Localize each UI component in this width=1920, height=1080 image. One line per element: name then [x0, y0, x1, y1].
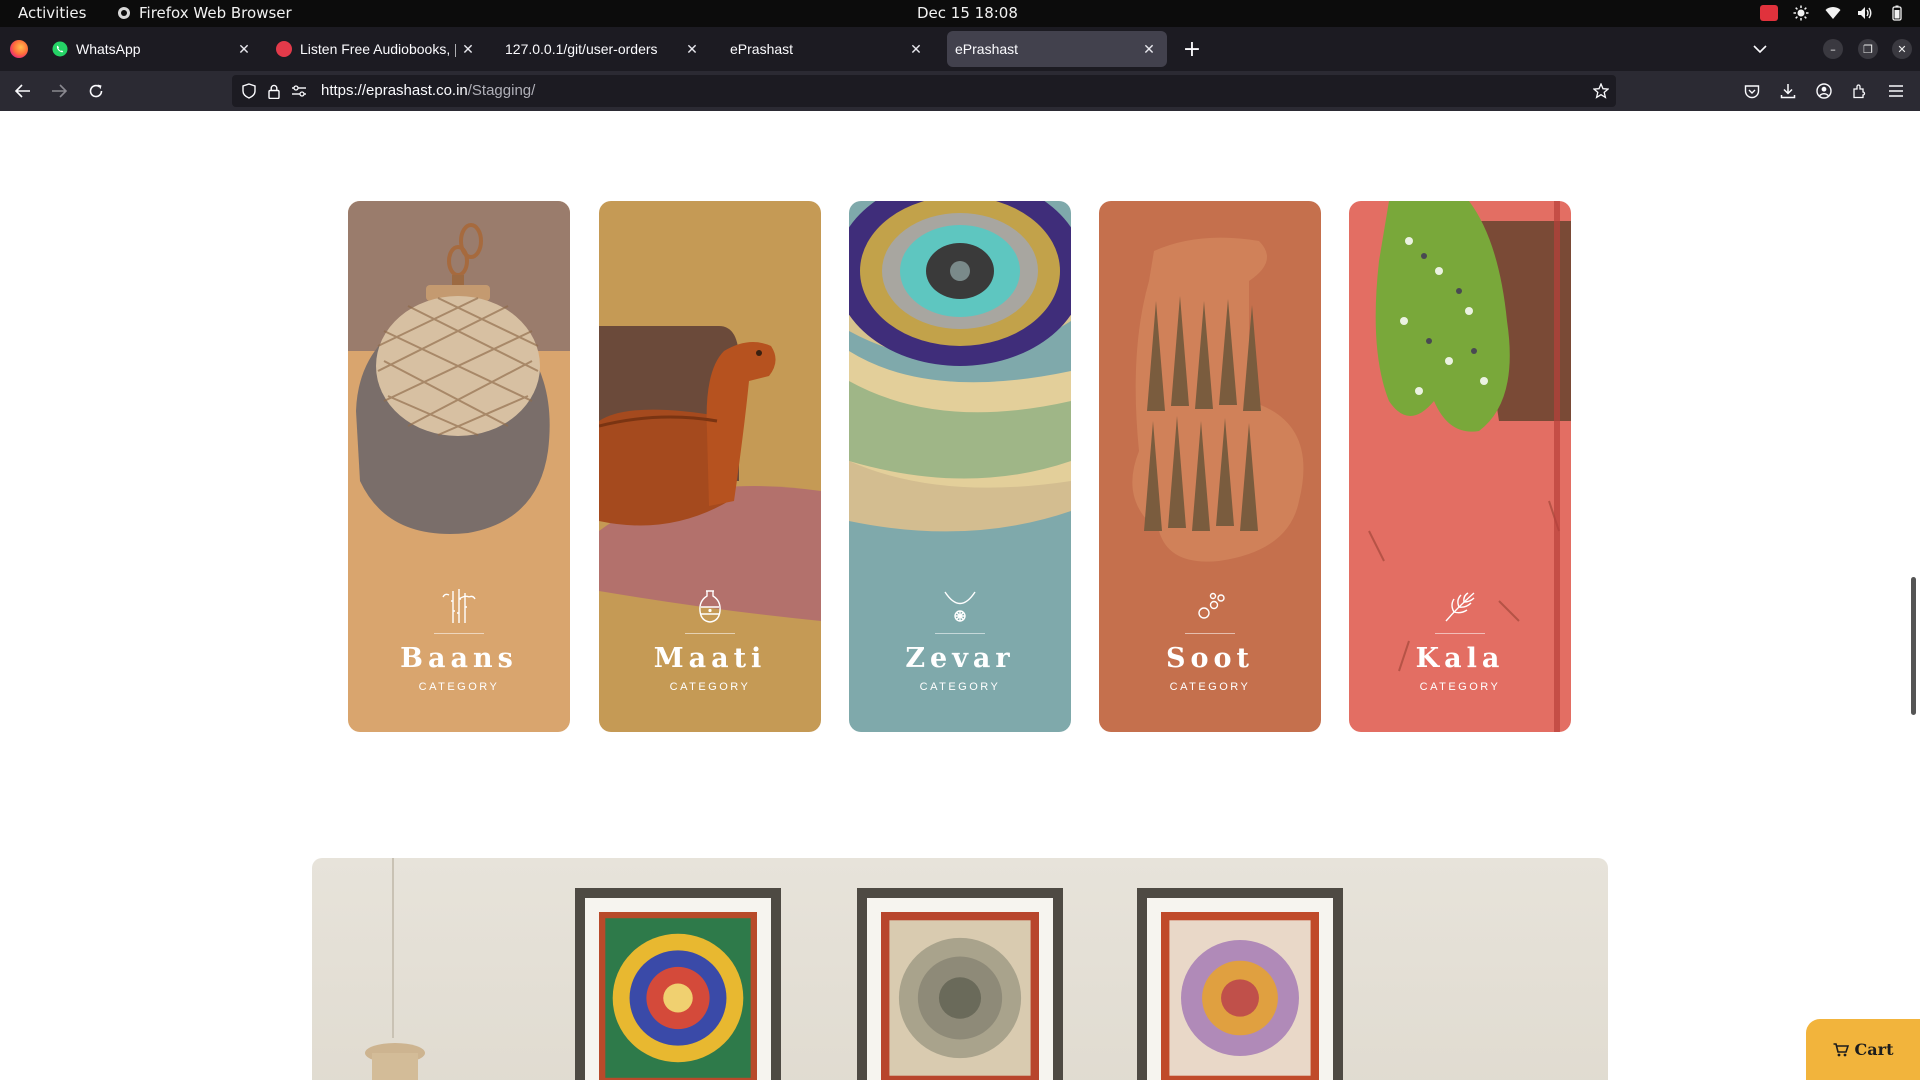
pot-icon: [699, 590, 721, 623]
reload-icon[interactable]: [86, 81, 106, 101]
minimize-window-icon[interactable]: –: [1823, 39, 1843, 59]
category-label: CATEGORY: [1419, 681, 1501, 693]
list-all-tabs-icon[interactable]: [1749, 38, 1771, 60]
whatsapp-icon: [52, 41, 68, 57]
framed-painting-1: [575, 888, 781, 1080]
url-domain: https://eprashast.co.in: [321, 82, 468, 99]
cart-icon: [1833, 1042, 1849, 1056]
page-content: Baans CATEGORY Maati CATEGORY Zevar CATE…: [0, 111, 1920, 1080]
close-tab-icon[interactable]: ✕: [904, 37, 928, 61]
firefox-small-icon: [118, 7, 130, 19]
category-card-soot[interactable]: Soot CATEGORY: [1099, 201, 1321, 732]
category-card-kala[interactable]: Kala CATEGORY: [1349, 201, 1571, 732]
tab-title: 127.0.0.1/git/user-orders: [505, 41, 658, 57]
featured-banner[interactable]: [312, 858, 1608, 1080]
category-label: CATEGORY: [669, 681, 751, 693]
tracking-protection-shield-icon[interactable]: [240, 82, 258, 100]
cart-label: Cart: [1854, 1040, 1894, 1059]
category-card-baans[interactable]: Baans CATEGORY: [348, 201, 570, 732]
url-path: /Stagging/: [467, 82, 536, 99]
wifi-icon[interactable]: [1824, 4, 1842, 22]
divider: [935, 633, 985, 634]
tab-title: ePrashast: [730, 41, 794, 57]
category-name: Maati: [653, 643, 767, 674]
url-text[interactable]: https://eprashast.co.in/Stagging/: [321, 82, 535, 99]
brightness-icon[interactable]: [1792, 4, 1810, 22]
lock-icon[interactable]: [265, 82, 283, 100]
tab-title: ePrashast: [955, 41, 1019, 57]
close-tab-icon[interactable]: ✕: [456, 37, 480, 61]
category-card-maati[interactable]: Maati CATEGORY: [599, 201, 821, 732]
back-icon[interactable]: [13, 81, 33, 101]
browser-tab-strip: WhatsApp ✕ Listen Free Audiobooks, | ✕ 1…: [0, 27, 1920, 71]
app-menu-hamburger-icon[interactable]: [1886, 81, 1906, 101]
app-menu[interactable]: Firefox Web Browser: [117, 4, 292, 22]
bamboo-icon: [442, 589, 476, 623]
framed-painting-3: [1137, 888, 1343, 1080]
painting-tree: [881, 912, 1039, 1080]
category-name: Baans: [400, 643, 518, 674]
tab-eprashast-active[interactable]: ePrashast ✕: [947, 31, 1167, 67]
divider: [1435, 633, 1485, 634]
audiobooks-icon: [276, 41, 292, 57]
firefox-view-icon[interactable]: [10, 40, 28, 58]
tab-audiobooks[interactable]: Listen Free Audiobooks, | ✕: [268, 31, 486, 67]
forward-icon[interactable]: [49, 81, 69, 101]
category-name: Kala: [1415, 643, 1505, 674]
tab-eprashast[interactable]: ePrashast ✕: [716, 31, 934, 67]
category-name: Soot: [1166, 643, 1254, 674]
account-icon[interactable]: [1814, 81, 1834, 101]
category-name: Zevar: [905, 643, 1015, 674]
pocket-icon[interactable]: [1742, 81, 1762, 101]
tab-title: Listen Free Audiobooks, |: [300, 41, 456, 57]
brush-leaf-icon: [1445, 592, 1475, 622]
close-tab-icon[interactable]: ✕: [232, 37, 256, 61]
volume-icon[interactable]: [1856, 4, 1874, 22]
app-name: Firefox Web Browser: [139, 4, 292, 22]
tab-whatsapp[interactable]: WhatsApp ✕: [44, 31, 262, 67]
divider: [434, 633, 484, 634]
cart-button[interactable]: Cart: [1806, 1019, 1920, 1080]
thread-icon: [1198, 592, 1225, 619]
bookmark-star-icon[interactable]: [1592, 82, 1610, 100]
battery-icon[interactable]: [1888, 4, 1906, 22]
activities-button[interactable]: Activities: [18, 4, 86, 22]
tab-user-orders[interactable]: 127.0.0.1/git/user-orders ✕: [492, 31, 710, 67]
new-tab-button[interactable]: +: [1180, 37, 1204, 62]
category-label: CATEGORY: [1169, 681, 1251, 693]
page-scrollbar[interactable]: [1911, 577, 1916, 715]
system-tray[interactable]: [1760, 4, 1906, 22]
framed-painting-2: [857, 888, 1063, 1080]
url-bar[interactable]: https://eprashast.co.in/Stagging/: [232, 75, 1616, 107]
navigation-toolbar: https://eprashast.co.in/Stagging/: [0, 71, 1920, 111]
category-label: CATEGORY: [418, 681, 500, 693]
necklace-icon: [944, 591, 976, 622]
close-tab-icon[interactable]: ✕: [680, 37, 704, 61]
painting-mandala: [599, 912, 757, 1080]
extensions-icon[interactable]: [1850, 81, 1870, 101]
clock[interactable]: Dec 15 18:08: [917, 4, 1018, 22]
category-card-zevar[interactable]: Zevar CATEGORY: [849, 201, 1071, 732]
restore-window-icon[interactable]: ❐: [1858, 39, 1878, 59]
divider: [685, 633, 735, 634]
painting-peacock: [1161, 912, 1319, 1080]
tab-title: WhatsApp: [76, 41, 141, 57]
category-label: CATEGORY: [919, 681, 1001, 693]
divider: [1185, 633, 1235, 634]
screen-record-icon[interactable]: [1760, 4, 1778, 22]
downloads-icon[interactable]: [1778, 81, 1798, 101]
site-permissions-icon[interactable]: [290, 82, 308, 100]
close-window-icon[interactable]: ✕: [1892, 39, 1912, 59]
system-top-bar: Activities Firefox Web Browser Dec 15 18…: [0, 0, 1920, 27]
close-tab-icon[interactable]: ✕: [1137, 37, 1161, 61]
